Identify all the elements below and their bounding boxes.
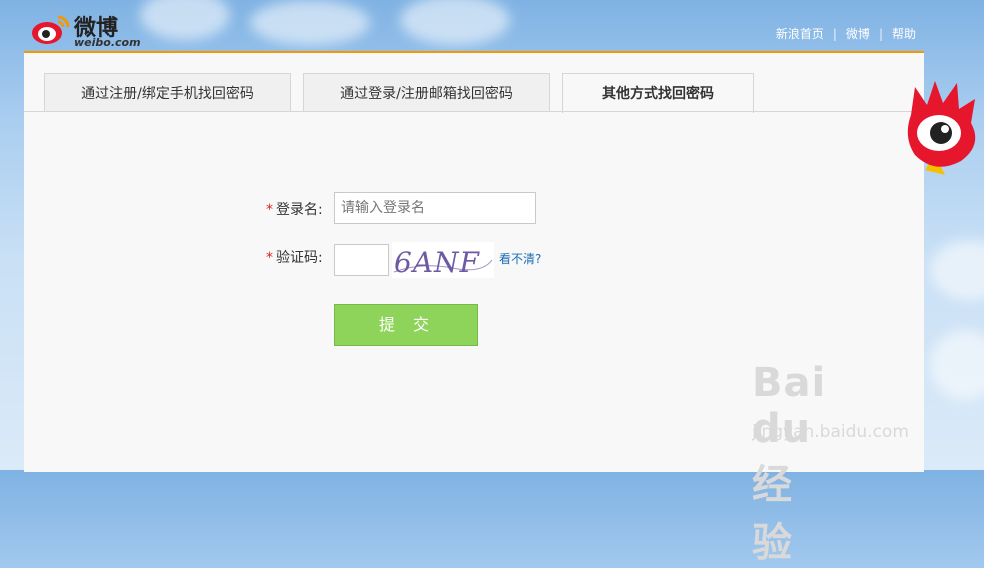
captcha-label: * 验证码:	[266, 247, 323, 267]
sky-cloud	[930, 330, 984, 400]
weibo-logo[interactable]: 微博 weibo.com	[30, 9, 150, 49]
login-name-label: * 登录名:	[266, 199, 323, 219]
sky-cloud	[930, 240, 984, 300]
page-header: 微博 weibo.com 新浪首页 | 微博 | 帮助	[0, 0, 984, 52]
nav-separator: |	[878, 27, 883, 41]
tab-email-recovery[interactable]: 通过登录/注册邮箱找回密码	[303, 73, 550, 111]
logo-domain: weibo.com	[74, 36, 141, 49]
weibo-mascot-icon	[907, 81, 976, 175]
nav-help[interactable]: 帮助	[892, 27, 916, 41]
submit-button[interactable]: 提交	[334, 304, 478, 346]
captcha-text: 6ANF	[394, 246, 481, 278]
captcha-label-text: 验证码:	[276, 250, 323, 266]
captcha-graphic: 6ANF	[393, 246, 493, 279]
nav-sina-home[interactable]: 新浪首页	[776, 27, 824, 41]
login-name-label-text: 登录名:	[276, 202, 323, 218]
watermark-sub: jingyan.baidu.com	[752, 422, 909, 442]
nav-weibo[interactable]: 微博	[846, 27, 870, 41]
nav-separator: |	[832, 27, 837, 41]
tab-divider	[24, 111, 924, 112]
tab-other-recovery[interactable]: 其他方式找回密码	[562, 73, 754, 113]
required-mark: *	[266, 202, 273, 218]
captcha-input[interactable]	[334, 244, 389, 276]
watermark-main: Bai du 经验	[752, 360, 827, 566]
top-nav: 新浪首页 | 微博 | 帮助	[776, 25, 916, 42]
captcha-image[interactable]: 6ANF	[392, 242, 494, 279]
login-name-input[interactable]	[334, 192, 536, 224]
refresh-captcha-link[interactable]: 看不清?	[499, 250, 541, 267]
tab-phone-recovery[interactable]: 通过注册/绑定手机找回密码	[44, 73, 291, 111]
weibo-eye-logo-icon	[32, 15, 70, 44]
required-mark: *	[266, 250, 273, 266]
